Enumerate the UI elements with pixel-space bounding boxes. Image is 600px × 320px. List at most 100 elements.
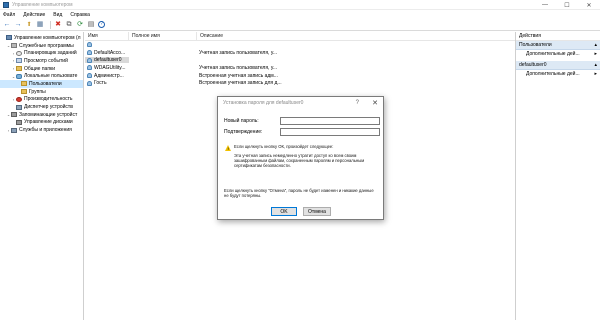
menu-help[interactable]: Справка — [70, 12, 90, 18]
actions-pane: Действия Пользователи ▴ Дополнительные д… — [515, 32, 600, 320]
cell-name: Администр... — [85, 73, 129, 79]
back-arrow-icon[interactable]: ← — [3, 21, 11, 29]
tree-node[interactable]: ⌄ Служебные программы — [0, 42, 83, 50]
cell-description: Встроенная учетная запись для д... — [199, 80, 282, 87]
tree-node-label: Служебные программы — [19, 42, 74, 49]
tree-node[interactable]: Управление дисками — [0, 119, 83, 127]
dialog-help-button[interactable]: ? — [356, 97, 359, 109]
users-icon — [16, 73, 22, 79]
user-icon — [87, 80, 92, 86]
table-row[interactable]: WDAGUtility... Учетная запись пользовател… — [85, 64, 515, 72]
computer-management-icon — [3, 1, 9, 8]
user-icon — [87, 50, 92, 56]
tree-node[interactable]: Группы — [0, 88, 83, 96]
tree-node[interactable]: › Службы и приложения — [0, 126, 83, 134]
tree-node[interactable]: Пользователи — [0, 80, 83, 88]
tree-node[interactable]: ⌄ Запоминающие устройст — [0, 111, 83, 119]
clock-icon — [16, 50, 22, 56]
tree-node[interactable]: Управление компьютером (л — [0, 34, 83, 42]
submenu-arrow-icon: ▸ — [594, 51, 597, 57]
cell-description: Учетная запись пользователя, у... — [199, 64, 278, 71]
action-more-actions-user[interactable]: Дополнительные дей... ▸ — [516, 70, 600, 78]
tree-node-label: Производительность — [24, 96, 73, 103]
column-header-description[interactable]: Описание — [197, 32, 283, 41]
export-list-icon[interactable]: ▤ — [87, 21, 95, 29]
tree-node-label: Планировщик заданий — [24, 50, 77, 57]
show-hide-tree-icon[interactable]: ▦ — [36, 21, 44, 29]
cell-name: WDAGUtility... — [85, 65, 129, 71]
table-row[interactable]: defaultuser0 — [85, 56, 515, 64]
table-row[interactable]: DefaultAcco... Учетная запись пользовател… — [85, 49, 515, 57]
up-level-icon[interactable]: ⬆ — [25, 21, 33, 29]
log-icon — [16, 58, 22, 64]
user-icon — [87, 57, 92, 63]
delete-icon[interactable]: ✖ — [54, 21, 62, 29]
warning-exclamation: ! — [227, 146, 229, 151]
user-icon — [87, 42, 92, 48]
column-header-name[interactable]: Имя — [85, 31, 129, 41]
new-password-field[interactable] — [280, 117, 380, 125]
tree-node[interactable]: › Производительность — [0, 96, 83, 104]
tree-node-label: Службы и приложения — [19, 127, 72, 134]
cancel-note: Если щелкнуть кнопку "Отмена", пароль не… — [224, 188, 374, 198]
window-controls: — ☐ ✕ — [534, 0, 600, 10]
console-tree: Управление компьютером (л ⌄ Служебные прог… — [0, 32, 84, 320]
table-row[interactable] — [85, 41, 515, 49]
actions-section-label: Пользователи — [519, 42, 552, 48]
user-name: Администр... — [94, 72, 124, 79]
dialog-title-bar: Установка пароля для defaultuser0 ? ✕ — [218, 97, 383, 109]
folder-icon — [21, 89, 27, 95]
user-name: defaultuser0 — [94, 57, 122, 64]
column-header-full-name[interactable]: Полное имя — [129, 31, 197, 41]
properties-icon[interactable]: ⧉ — [65, 21, 73, 29]
tree-node[interactable]: Диспетчер устройств — [0, 103, 83, 111]
chevron-up-icon: ▴ — [594, 42, 597, 48]
refresh-icon[interactable]: ⟳ — [76, 21, 84, 29]
tree-node-label: Пользователи — [29, 80, 62, 87]
tree-node[interactable]: › Просмотр событий — [0, 57, 83, 65]
menu-view[interactable]: Вид — [53, 12, 62, 18]
table-row[interactable]: Администр... Встроенная учетная запись ад… — [85, 72, 515, 80]
action-more-actions-users[interactable]: Дополнительные дей... ▸ — [516, 50, 600, 58]
folder-icon — [16, 66, 22, 72]
dev-icon — [16, 104, 22, 110]
tree-node[interactable]: ⌄ Локальные пользовате — [0, 72, 83, 80]
maximize-button[interactable]: ☐ — [556, 0, 578, 10]
forward-arrow-icon[interactable]: → — [14, 21, 22, 29]
tree-node[interactable]: › Планировщик заданий — [0, 49, 83, 57]
minimize-button[interactable]: — — [534, 0, 556, 10]
actions-section-defaultuser0[interactable]: defaultuser0 ▴ — [516, 61, 600, 70]
dialog-close-button[interactable]: ✕ — [372, 97, 378, 109]
user-name: Гость — [94, 80, 107, 87]
close-button[interactable]: ✕ — [578, 0, 600, 10]
toolbar-separator — [50, 20, 51, 29]
perf-icon — [16, 96, 22, 102]
title-bar: Управление компьютером — ☐ ✕ — [0, 0, 600, 10]
comp-icon — [6, 35, 12, 41]
user-icon — [87, 65, 92, 71]
cell-name: Гость — [85, 80, 129, 86]
menu-file[interactable]: Файл — [3, 12, 15, 18]
action-label: Дополнительные дей... — [526, 51, 580, 57]
tree-node-label: Управление дисками — [24, 119, 73, 126]
menu-bar: Файл Действие Вид Справка — [0, 10, 600, 19]
actions-section-users[interactable]: Пользователи ▴ — [516, 41, 600, 50]
dialog-title: Установка пароля для defaultuser0 — [223, 100, 304, 106]
tree-node-label: Управление компьютером (л — [14, 34, 81, 41]
cancel-button[interactable]: Отмена — [303, 207, 331, 216]
user-icon — [87, 73, 92, 79]
submenu-arrow-icon: ▸ — [594, 71, 597, 77]
cell-name — [85, 42, 129, 48]
user-name: WDAGUtility... — [94, 64, 126, 71]
tree-node[interactable]: › Общие папки — [0, 65, 83, 73]
warning-heading: Если щелкнуть кнопку ОК, произойдет след… — [234, 144, 334, 149]
tree-node-label: Диспетчер устройств — [24, 104, 73, 111]
help-icon[interactable]: ? — [98, 21, 105, 28]
svc-icon — [11, 127, 17, 133]
table-row[interactable]: Гость Встроенная учетная запись для д... — [85, 79, 515, 87]
cell-description: Учетная запись пользователя, у... — [199, 49, 278, 56]
ok-button[interactable]: OK — [271, 207, 297, 216]
confirm-password-field[interactable] — [280, 128, 380, 136]
tree-node-label: Общие папки — [24, 65, 56, 72]
menu-action[interactable]: Действие — [23, 12, 45, 18]
